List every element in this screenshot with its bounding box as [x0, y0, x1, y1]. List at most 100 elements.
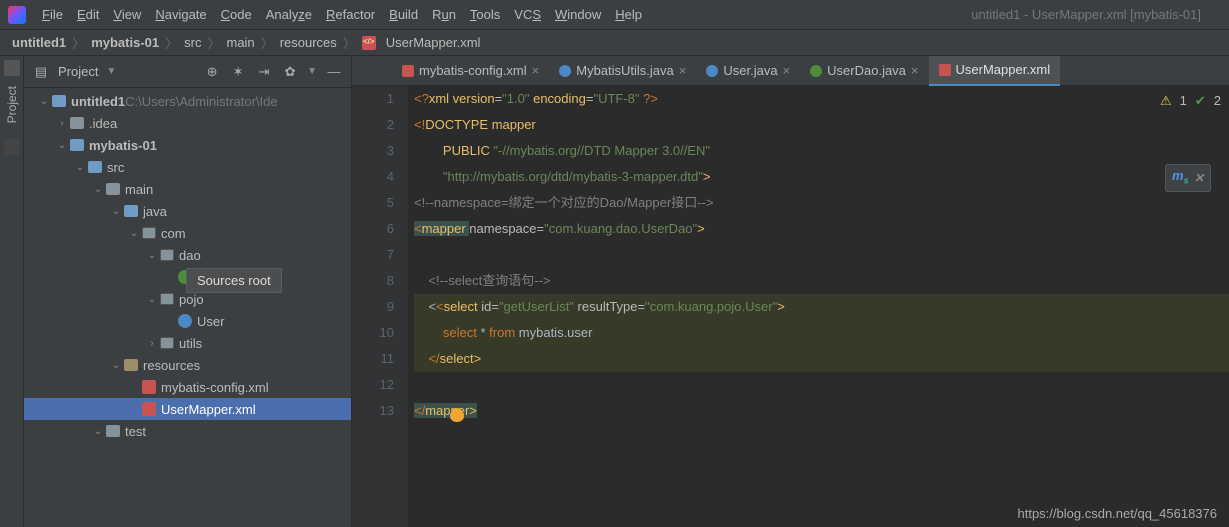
- breadcrumb: untitled1〉 mybatis-01〉 src〉 main〉 resour…: [0, 30, 1229, 56]
- expand-arrow-icon[interactable]: ⌄: [144, 294, 160, 305]
- code-content[interactable]: ⚠1 ✔2 ms ✕ <?xml version="1.0" encoding=…: [408, 86, 1229, 527]
- editor-tab[interactable]: UserMapper.xml: [929, 56, 1061, 86]
- line-number[interactable]: 4: [352, 164, 394, 190]
- tree-node[interactable]: ⌄main: [24, 178, 351, 200]
- line-number[interactable]: 1: [352, 86, 394, 112]
- breadcrumb-item[interactable]: src: [184, 35, 201, 50]
- line-number[interactable]: 3: [352, 138, 394, 164]
- menu-tools[interactable]: Tools: [470, 7, 500, 22]
- expand-arrow-icon[interactable]: ›: [54, 118, 70, 129]
- tree-label: pojo: [179, 292, 204, 307]
- tree-node[interactable]: ⌄untitled1 C:\Users\Administrator\Ide: [24, 90, 351, 112]
- warning-icon: ⚠: [1160, 88, 1172, 114]
- line-gutter: 12345678910111213: [352, 86, 408, 527]
- project-pane: ▤ Project ▼ ⊕ ✶ ⇥ ✿ ▼ — Sources root ⌄un…: [24, 56, 352, 527]
- close-tab-icon[interactable]: ×: [532, 63, 540, 78]
- close-tab-icon[interactable]: ×: [783, 63, 791, 78]
- editor-tab[interactable]: mybatis-config.xml×: [392, 56, 549, 86]
- editor-tab[interactable]: MybatisUtils.java×: [549, 56, 696, 86]
- code-area[interactable]: 12345678910111213 ⚠1 ✔2 ms ✕ <?xml versi…: [352, 86, 1229, 527]
- tree-node[interactable]: ⌄resources: [24, 354, 351, 376]
- tree-node[interactable]: ⌄test: [24, 420, 351, 442]
- tree-label: dao: [179, 248, 201, 263]
- tree-node[interactable]: ›utils: [24, 332, 351, 354]
- tree-node[interactable]: ⌄ dao: [24, 244, 351, 266]
- line-number[interactable]: 13: [352, 398, 394, 424]
- breadcrumb-item[interactable]: mybatis-01: [91, 35, 159, 50]
- line-number[interactable]: 12: [352, 372, 394, 398]
- expand-arrow-icon[interactable]: ⌄: [108, 360, 124, 371]
- line-number[interactable]: 8: [352, 268, 394, 294]
- structure-tool-icon[interactable]: [4, 139, 20, 155]
- line-number[interactable]: 10: [352, 320, 394, 346]
- inspection-widget[interactable]: ⚠1 ✔2: [1160, 88, 1221, 114]
- menu-build[interactable]: Build: [389, 7, 418, 22]
- menu-vcs[interactable]: VCS: [514, 7, 541, 22]
- expand-arrow-icon[interactable]: ⌄: [54, 140, 70, 151]
- menu-file[interactable]: File: [42, 7, 63, 22]
- line-number[interactable]: 6: [352, 216, 394, 242]
- folder-icon: [52, 95, 66, 107]
- tree-node[interactable]: ⌄src: [24, 156, 351, 178]
- project-tree[interactable]: Sources root ⌄untitled1 C:\Users\Adminis…: [24, 88, 351, 527]
- editor-tab[interactable]: UserDao.java ×: [800, 56, 928, 86]
- line-number[interactable]: 5: [352, 190, 394, 216]
- xml-file-icon: [939, 64, 951, 76]
- menu-edit[interactable]: Edit: [77, 7, 99, 22]
- expand-arrow-icon[interactable]: ⌄: [72, 162, 88, 173]
- collapse-icon[interactable]: ⇥: [255, 63, 273, 81]
- tab-label: UserDao.java: [827, 63, 906, 78]
- close-icon[interactable]: ✕: [1194, 165, 1204, 191]
- project-tool-label[interactable]: Project: [3, 82, 21, 127]
- mybatis-badge-icon: ms: [1172, 163, 1189, 194]
- settings-icon[interactable]: ✿: [281, 63, 299, 81]
- tree-node[interactable]: ⌄mybatis-01: [24, 134, 351, 156]
- close-tab-icon[interactable]: ×: [911, 63, 919, 78]
- expand-icon[interactable]: ✶: [229, 63, 247, 81]
- close-tab-icon[interactable]: ×: [679, 63, 687, 78]
- folder-icon: [70, 117, 84, 129]
- expand-arrow-icon[interactable]: ⌄: [90, 184, 106, 195]
- editor-tab[interactable]: User.java×: [696, 56, 800, 86]
- tree-node[interactable]: mybatis-config.xml: [24, 376, 351, 398]
- intention-bulb-icon[interactable]: [450, 408, 464, 422]
- tree-label: .idea: [89, 116, 117, 131]
- line-number[interactable]: 2: [352, 112, 394, 138]
- menu-code[interactable]: Code: [221, 7, 252, 22]
- breadcrumb-item[interactable]: UserMapper.xml: [386, 35, 481, 50]
- expand-arrow-icon[interactable]: ⌄: [90, 426, 106, 437]
- dropdown-arrow-icon[interactable]: ▼: [106, 66, 116, 77]
- xml-file-icon: [402, 65, 414, 77]
- expand-arrow-icon[interactable]: ⌄: [144, 250, 160, 261]
- tree-node[interactable]: › .idea: [24, 112, 351, 134]
- expand-arrow-icon[interactable]: ⌄: [108, 206, 124, 217]
- menu-run[interactable]: Run: [432, 7, 456, 22]
- menu-help[interactable]: Help: [615, 7, 642, 22]
- tree-node[interactable]: ⌄java: [24, 200, 351, 222]
- expand-arrow-icon[interactable]: ⌄: [36, 96, 52, 107]
- breadcrumb-item[interactable]: main: [226, 35, 254, 50]
- tree-node[interactable]: User: [24, 310, 351, 332]
- menu-analyze[interactable]: Analyze: [266, 7, 312, 22]
- expand-arrow-icon[interactable]: ›: [144, 338, 160, 349]
- mybatis-plugin-badge[interactable]: ms ✕: [1165, 164, 1211, 192]
- menu-navigate[interactable]: Navigate: [155, 7, 206, 22]
- java-file-icon: [559, 65, 571, 77]
- breadcrumb-item[interactable]: untitled1: [12, 35, 66, 50]
- chevron-down-icon[interactable]: ▼: [307, 66, 317, 77]
- tree-node[interactable]: ⌄com: [24, 222, 351, 244]
- breadcrumb-item[interactable]: resources: [280, 35, 337, 50]
- hide-icon[interactable]: —: [325, 63, 343, 81]
- menu-view[interactable]: View: [113, 7, 141, 22]
- ok-icon: ✔: [1195, 88, 1206, 114]
- menu-window[interactable]: Window: [555, 7, 601, 22]
- menu-refactor[interactable]: Refactor: [326, 7, 375, 22]
- project-tool-icon[interactable]: [4, 60, 20, 76]
- locate-icon[interactable]: ⊕: [203, 63, 221, 81]
- line-number[interactable]: 11: [352, 346, 394, 372]
- tree-node[interactable]: UserMapper.xml: [24, 398, 351, 420]
- line-number[interactable]: 7: [352, 242, 394, 268]
- expand-arrow-icon[interactable]: ⌄: [126, 228, 142, 239]
- project-title[interactable]: Project: [58, 64, 98, 79]
- line-number[interactable]: 9: [352, 294, 394, 320]
